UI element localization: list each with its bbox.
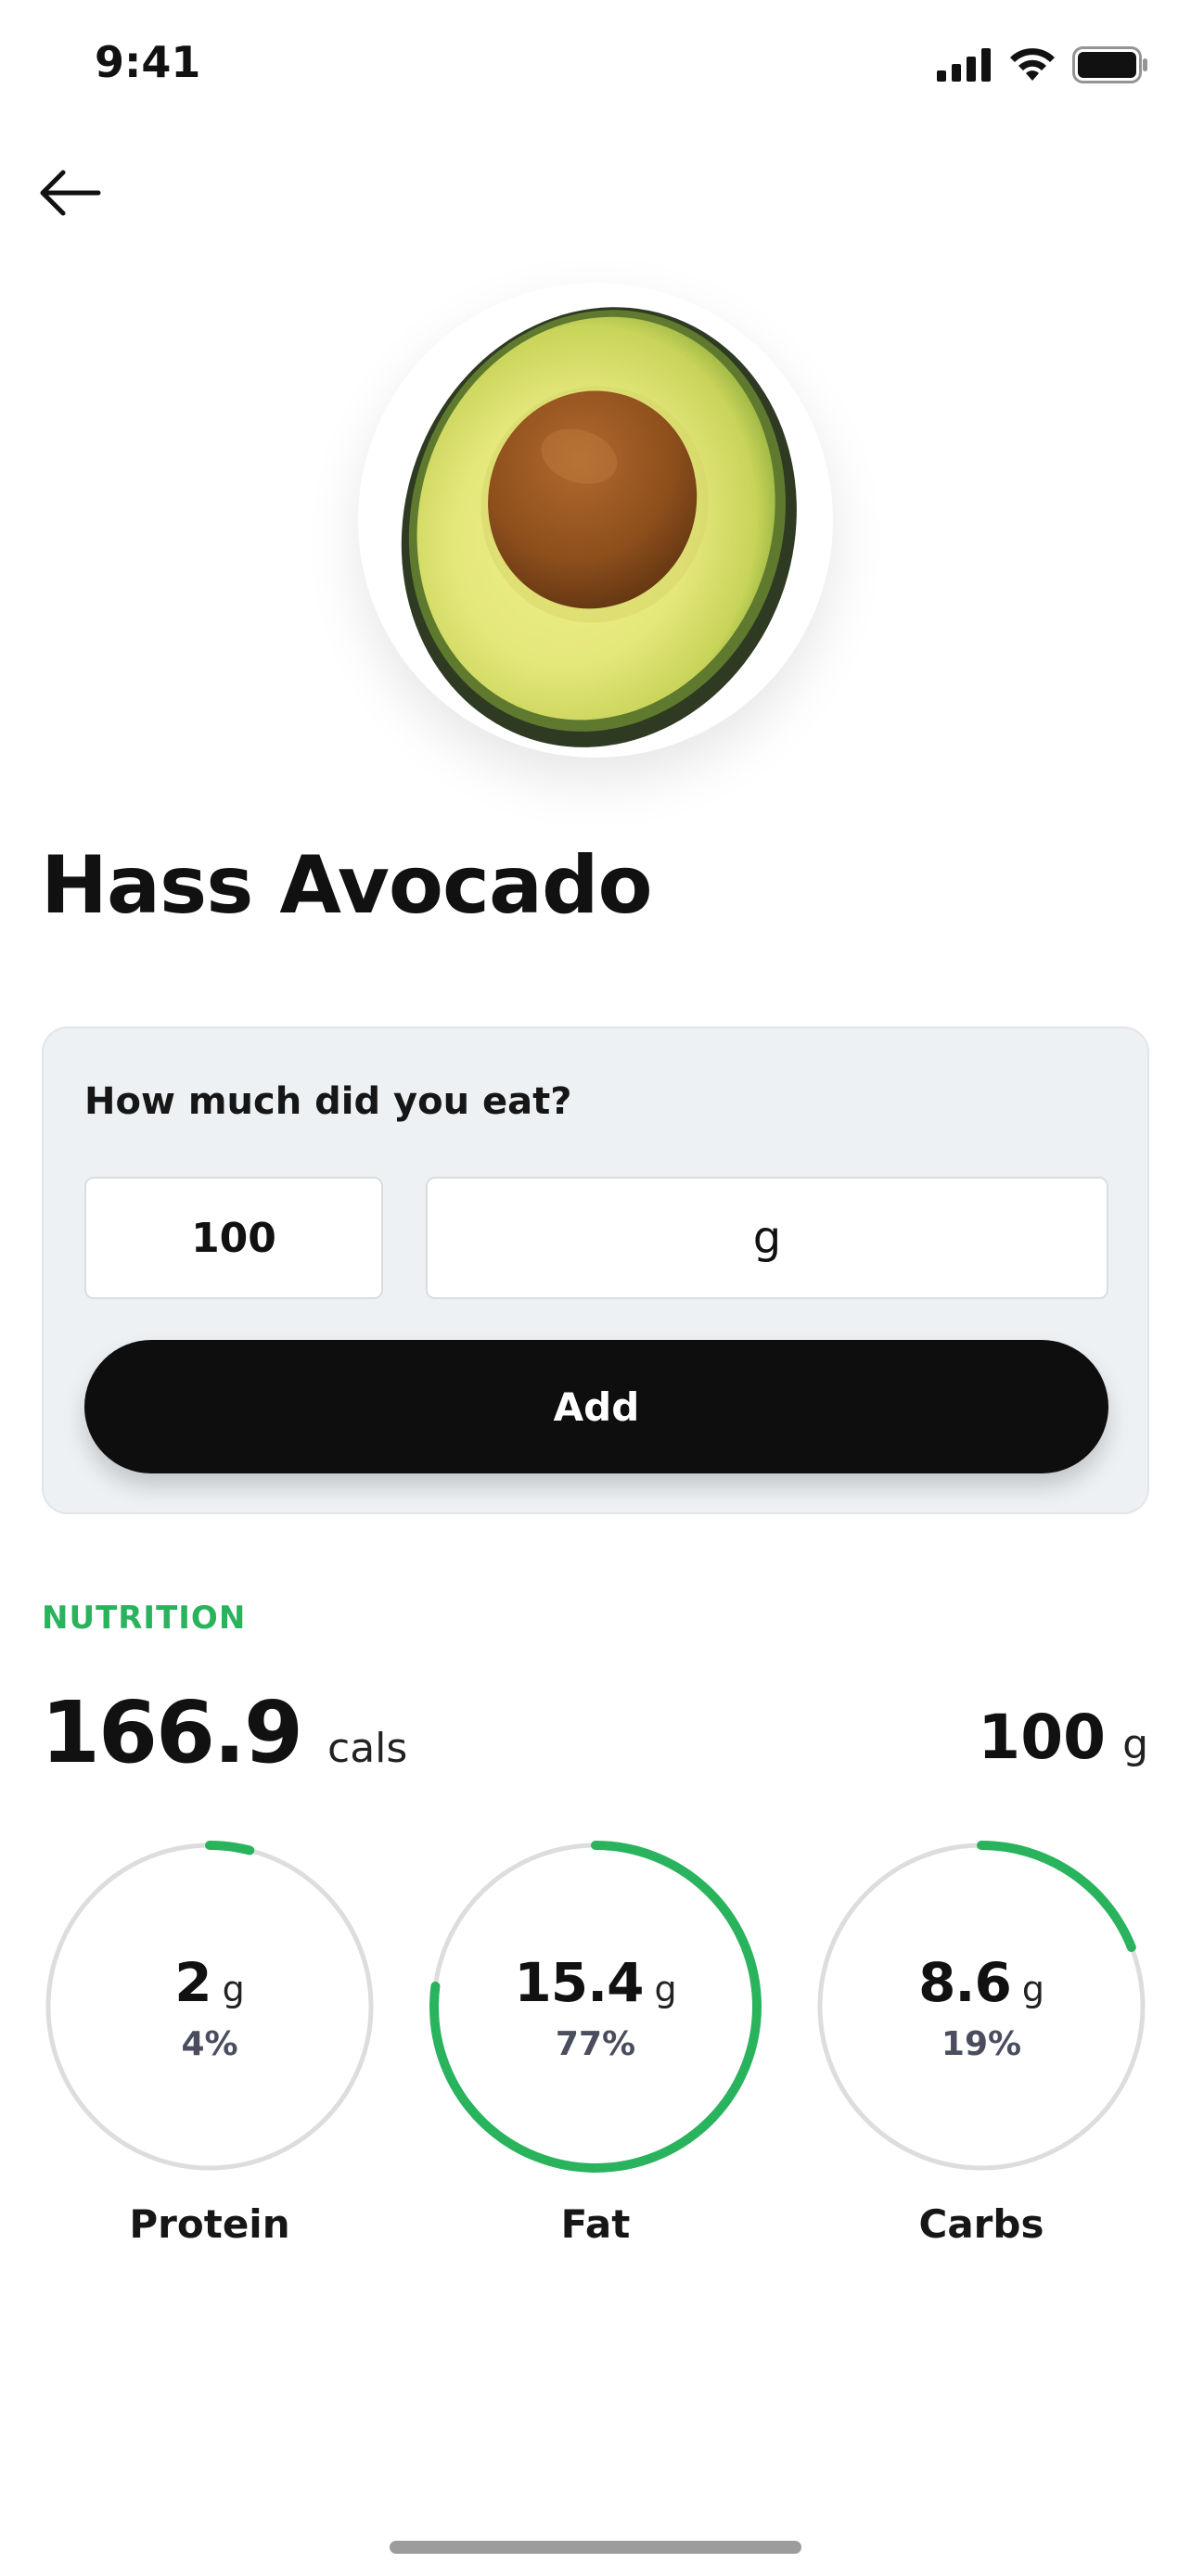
back-button[interactable] [37, 167, 111, 223]
status-time: 9:41 [95, 37, 201, 87]
home-indicator [390, 2541, 801, 2554]
fat-value: 15.4 [514, 1950, 644, 2014]
carbs-percent: 19% [941, 2024, 1022, 2063]
fat-unit: g [654, 1968, 677, 2009]
amount-question: How much did you eat? [84, 1080, 572, 1123]
calories-unit: cals [327, 1725, 408, 1772]
unit-select[interactable]: g [426, 1177, 1108, 1299]
add-button[interactable]: Add [84, 1340, 1108, 1473]
calories-value: 166.9 [41, 1683, 303, 1782]
status-icons [937, 46, 1148, 83]
status-bar: 9:41 [0, 0, 1191, 130]
serving-weight-unit: g [1122, 1721, 1148, 1768]
cellular-signal-icon [937, 48, 992, 82]
carbs-value: 8.6 [918, 1950, 1012, 2014]
nutrition-section-label: NUTRITION [42, 1600, 247, 1637]
protein-unit: g [222, 1968, 245, 2009]
serving-weight-value: 100 [978, 1702, 1107, 1773]
battery-icon [1072, 46, 1148, 83]
food-title: Hass Avocado [41, 839, 653, 932]
macro-carbs: 8.6 g 19% Carbs [814, 1840, 1148, 2266]
quantity-input[interactable] [84, 1177, 383, 1299]
serving-weight: 100 g [978, 1702, 1148, 1773]
unit-select-value: g [752, 1212, 782, 1264]
protein-value: 2 [174, 1950, 211, 2014]
macro-fat: 15.4 g 77% Fat [429, 1840, 762, 2266]
protein-label: Protein [129, 2201, 290, 2247]
fat-label: Fat [560, 2201, 631, 2247]
protein-percent: 4% [181, 2024, 238, 2063]
carbs-label: Carbs [918, 2201, 1044, 2247]
wifi-icon [1007, 47, 1057, 83]
arrow-left-icon [37, 167, 102, 223]
amount-card: How much did you eat? g Add [42, 1027, 1149, 1514]
calories-summary: 166.9 cals [41, 1683, 407, 1782]
carbs-unit: g [1021, 1968, 1044, 2009]
avocado-half-image [401, 307, 797, 747]
food-image [358, 283, 833, 758]
macro-protein: 2 g 4% Protein [43, 1840, 377, 2266]
fat-percent: 77% [555, 2024, 636, 2063]
